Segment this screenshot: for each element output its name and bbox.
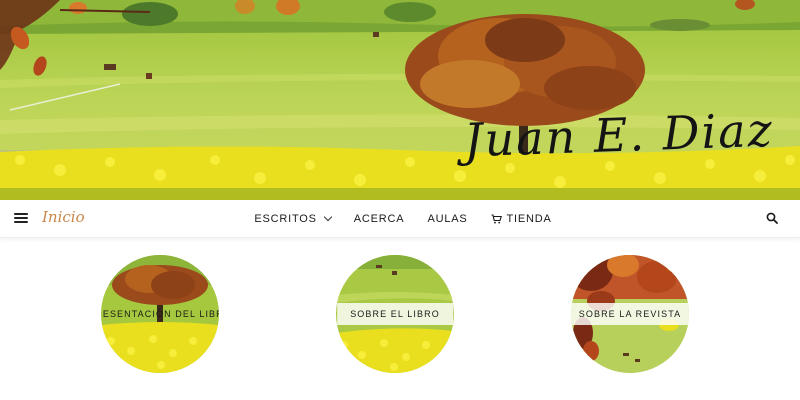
promo-label: SOBRE LA REVISTA — [571, 303, 689, 325]
nav-item-aulas[interactable]: AULAS — [427, 213, 467, 225]
main-navigation: Inicio ESCRITOS ACERCA AULAS TIENDA — [0, 200, 800, 238]
nav-item-label: ACERCA — [353, 213, 405, 225]
promo-sobre-el-libro[interactable]: SOBRE EL LIBRO — [336, 255, 454, 373]
promo-sobre-la-revista[interactable]: SOBRE LA REVISTA — [571, 255, 689, 373]
nav-links: ESCRITOS ACERCA AULAS TIENDA — [0, 200, 800, 238]
chevron-down-icon — [323, 212, 333, 222]
promo-label: PRESENTACIÓN DEL LIBRO — [101, 309, 219, 319]
hero-banner: Juan E. Diaz — [0, 0, 800, 200]
nav-item-label: AULAS — [427, 213, 468, 225]
nav-item-acerca[interactable]: ACERCA — [354, 213, 405, 225]
site-title[interactable]: Juan E. Diaz — [463, 103, 775, 168]
promo-presentacion-del-libro[interactable]: PRESENTACIÓN DEL LIBRO — [101, 255, 219, 373]
nav-item-tienda[interactable]: TIENDA — [491, 213, 552, 225]
promo-label: SOBRE EL LIBRO — [337, 303, 453, 325]
nav-item-label: ESCRITOS — [254, 213, 317, 225]
cart-icon — [491, 214, 502, 224]
nav-item-label: TIENDA — [506, 213, 552, 225]
search-icon[interactable] — [766, 212, 778, 224]
hero-landscape-image — [0, 0, 800, 200]
nav-item-escritos[interactable]: ESCRITOS — [254, 212, 333, 225]
